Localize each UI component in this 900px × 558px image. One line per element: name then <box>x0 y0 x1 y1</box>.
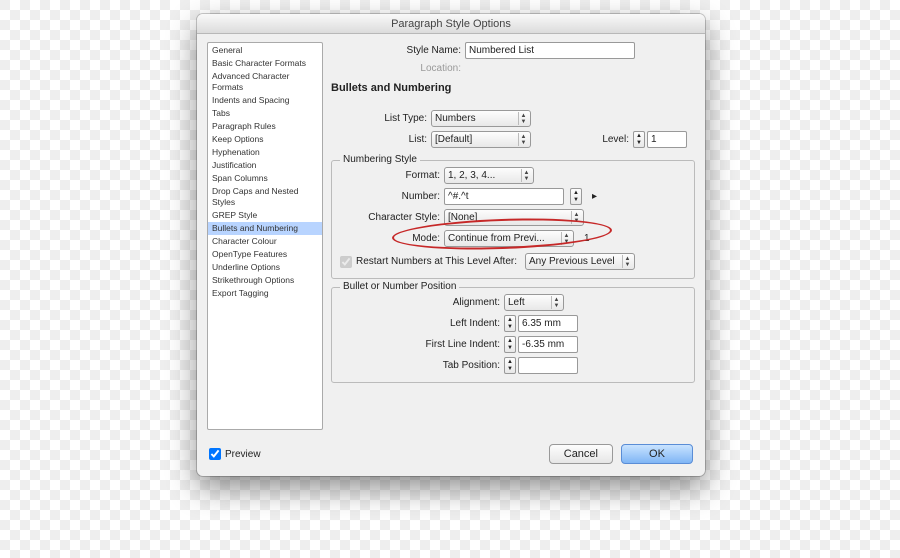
number-input[interactable] <box>444 188 564 205</box>
char-style-select[interactable]: [None]▲▼ <box>444 209 584 226</box>
char-style-label: Character Style: <box>340 212 440 223</box>
sidebar-item[interactable]: Span Columns <box>208 172 322 185</box>
sidebar-item[interactable]: General <box>208 44 322 57</box>
cancel-button[interactable]: Cancel <box>549 444 613 464</box>
sidebar-item[interactable]: Paragraph Rules <box>208 120 322 133</box>
list-label: List: <box>339 134 427 145</box>
list-type-select[interactable]: Numbers▲▼ <box>431 110 531 127</box>
updown-icon: ▲▼ <box>561 232 571 245</box>
dialog-title: Paragraph Style Options <box>197 14 705 34</box>
sidebar-item[interactable]: Basic Character Formats <box>208 57 322 70</box>
position-fieldset: Bullet or Number Position Alignment: Lef… <box>331 287 695 383</box>
mode-select[interactable]: Continue from Previ...▲▼ <box>444 230 574 247</box>
sidebar-item[interactable]: Keep Options <box>208 133 322 146</box>
sidebar-item[interactable]: Underline Options <box>208 261 322 274</box>
sidebar-item[interactable]: Tabs <box>208 107 322 120</box>
list-type-group: List Type: Numbers▲▼ List: [Default]▲▼ L… <box>331 106 695 152</box>
updown-icon: ▲▼ <box>518 133 528 146</box>
format-select[interactable]: 1, 2, 3, 4...▲▼ <box>444 167 534 184</box>
category-sidebar: GeneralBasic Character FormatsAdvanced C… <box>207 42 323 430</box>
paragraph-style-dialog: Paragraph Style Options GeneralBasic Cha… <box>197 14 705 476</box>
updown-icon: ▲▼ <box>622 255 632 268</box>
updown-icon: ▲▼ <box>521 169 531 182</box>
list-type-label: List Type: <box>339 113 427 124</box>
numbering-style-fieldset: Numbering Style Format: 1, 2, 3, 4...▲▼ … <box>331 160 695 279</box>
style-name-label: Style Name: <box>391 45 461 56</box>
sidebar-item[interactable]: Export Tagging <box>208 287 322 300</box>
updown-icon: ▲▼ <box>571 211 581 224</box>
format-label: Format: <box>340 170 440 181</box>
sidebar-item[interactable]: Indents and Spacing <box>208 94 322 107</box>
numbering-style-legend: Numbering Style <box>340 154 420 165</box>
sidebar-item[interactable]: Drop Caps and Nested Styles <box>208 185 322 209</box>
number-label: Number: <box>340 191 440 202</box>
ok-button[interactable]: OK <box>621 444 693 464</box>
tab-pos-stepper[interactable]: ▲▼ <box>504 357 578 374</box>
tab-pos-label: Tab Position: <box>340 360 500 371</box>
alignment-select[interactable]: Left▲▼ <box>504 294 564 311</box>
sidebar-item[interactable]: Justification <box>208 159 322 172</box>
restart-checkbox[interactable]: Restart Numbers at This Level After: <box>340 256 517 268</box>
updown-icon: ▲▼ <box>518 112 528 125</box>
mode-label: Mode: <box>340 233 440 244</box>
position-legend: Bullet or Number Position <box>340 281 459 292</box>
location-label: Location: <box>391 63 461 74</box>
sidebar-item[interactable]: GREP Style <box>208 209 322 222</box>
mode-start-value: 1 <box>584 233 590 244</box>
sidebar-item[interactable]: Strikethrough Options <box>208 274 322 287</box>
left-indent-label: Left Indent: <box>340 318 500 329</box>
sidebar-item[interactable]: Character Colour <box>208 235 322 248</box>
style-name-input[interactable] <box>465 42 635 59</box>
level-label: Level: <box>602 134 629 145</box>
sidebar-item[interactable]: Advanced Character Formats <box>208 70 322 94</box>
flyout-icon[interactable]: ▸ <box>592 191 597 202</box>
sidebar-item[interactable]: OpenType Features <box>208 248 322 261</box>
level-stepper[interactable]: ▲▼ <box>633 131 687 148</box>
first-line-label: First Line Indent: <box>340 339 500 350</box>
alignment-label: Alignment: <box>340 297 500 308</box>
sidebar-item[interactable]: Bullets and Numbering <box>208 222 322 235</box>
list-select[interactable]: [Default]▲▼ <box>431 131 531 148</box>
sidebar-item[interactable]: Hyphenation <box>208 146 322 159</box>
updown-icon: ▲▼ <box>551 296 561 309</box>
restart-select: Any Previous Level▲▼ <box>525 253 635 270</box>
first-line-stepper[interactable]: ▲▼ <box>504 336 578 353</box>
left-indent-stepper[interactable]: ▲▼ <box>504 315 578 332</box>
panel-title: Bullets and Numbering <box>331 82 695 94</box>
number-stepper[interactable]: ▲▼ <box>570 188 584 205</box>
preview-checkbox[interactable]: Preview <box>209 448 261 460</box>
